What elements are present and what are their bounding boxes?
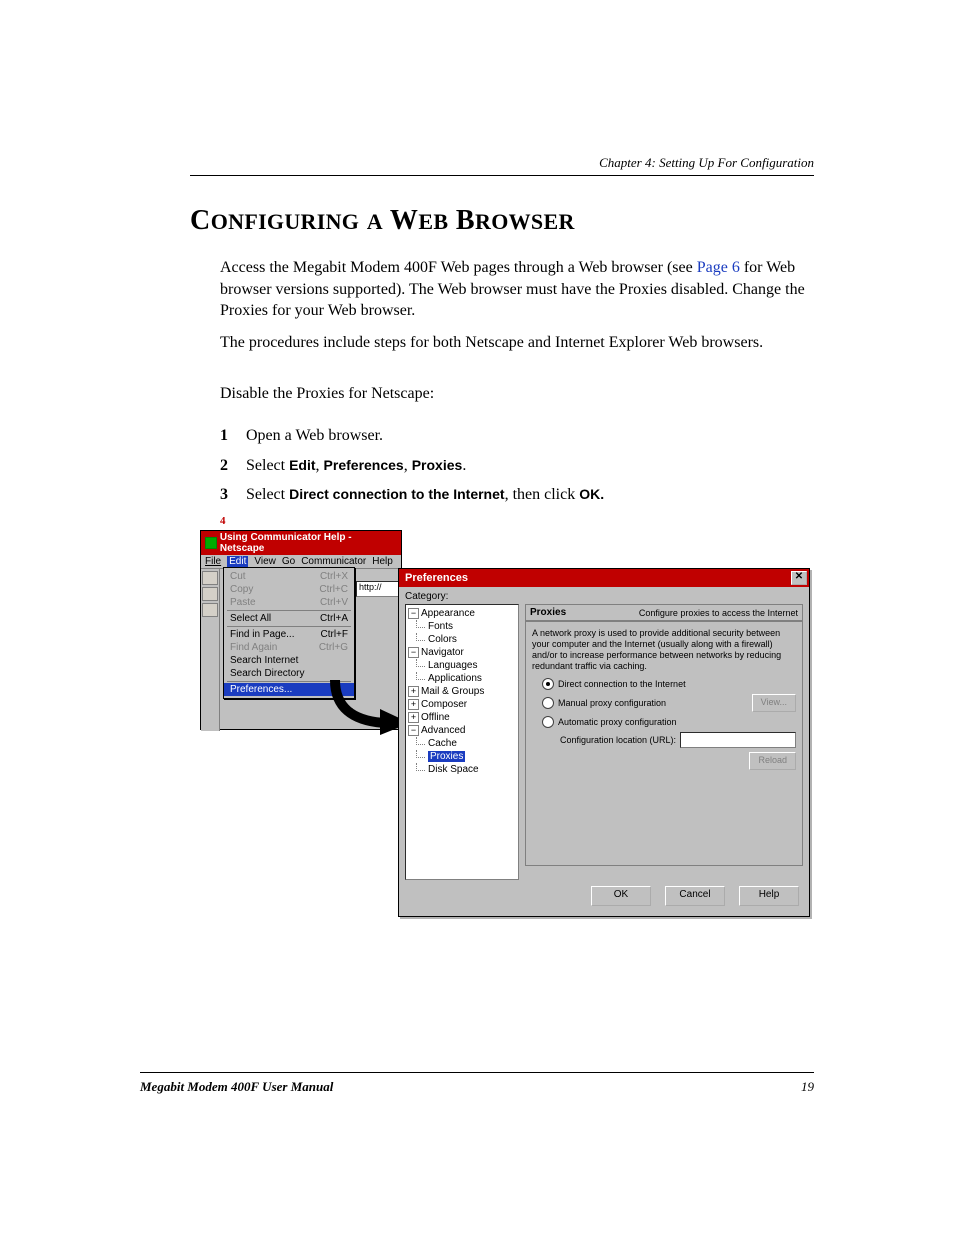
radio-automatic-proxy[interactable]: Automatic proxy configuration: [532, 716, 796, 728]
section-title: CONFIGURING A WEB BROWSER: [190, 205, 814, 237]
netscape-title: Using Communicator Help - Netscape: [220, 532, 397, 554]
proxies-panel: A network proxy is used to provide addit…: [525, 621, 803, 866]
toolbar-button[interactable]: [202, 603, 218, 617]
running-header: Chapter 4: Setting Up For Configuration: [599, 155, 814, 171]
step-3: 3 Select Direct connection to the Intern…: [220, 484, 814, 506]
preferences-titlebar[interactable]: Preferences ✕: [399, 569, 809, 587]
footer-manual-title: Megabit Modem 400F User Manual: [140, 1079, 333, 1095]
config-location-label: Configuration location (URL):: [560, 735, 676, 745]
menu-item-find-again[interactable]: Find AgainCtrl+G: [224, 641, 354, 654]
body-paragraph-3: Disable the Proxies for Netscape:: [220, 383, 814, 405]
menu-item-preferences[interactable]: Preferences...: [224, 683, 354, 696]
edit-menu-dropdown: CutCtrl+X CopyCtrl+C PasteCtrl+V Select …: [223, 567, 355, 699]
config-location-input[interactable]: [680, 732, 796, 748]
panel-header: Proxies Configure proxies to access the …: [525, 604, 803, 621]
step-4: 4: [220, 514, 814, 529]
reload-button[interactable]: Reload: [749, 752, 796, 770]
menu-go[interactable]: Go: [282, 556, 295, 567]
cancel-button[interactable]: Cancel: [665, 886, 725, 906]
netscape-window: Using Communicator Help - Netscape File …: [200, 530, 402, 730]
menu-file[interactable]: File: [205, 556, 221, 567]
menu-item-find-in-page[interactable]: Find in Page...Ctrl+F: [224, 628, 354, 641]
header-rule: [190, 175, 814, 176]
category-label: Category:: [405, 591, 803, 602]
preferences-dialog: Preferences ✕ Category: −Appearance Font…: [398, 568, 810, 917]
help-button[interactable]: Help: [739, 886, 799, 906]
menu-item-copy[interactable]: CopyCtrl+C: [224, 583, 354, 596]
body-paragraph-2: The procedures include steps for both Ne…: [220, 332, 814, 354]
menu-edit[interactable]: Edit: [227, 556, 248, 567]
menu-view[interactable]: View: [254, 556, 276, 567]
radio-manual-proxy[interactable]: Manual proxy configuration View...: [532, 694, 796, 712]
preferences-title: Preferences: [405, 572, 468, 584]
mouse-cursor-icon: [347, 708, 357, 720]
menu-item-select-all[interactable]: Select AllCtrl+A: [224, 612, 354, 625]
menu-item-paste[interactable]: PasteCtrl+V: [224, 596, 354, 609]
panel-description: A network proxy is used to provide addit…: [532, 628, 796, 672]
page-6-link[interactable]: Page 6: [697, 259, 740, 276]
body-paragraph-1: Access the Megabit Modem 400F Web pages …: [220, 257, 814, 322]
tree-item-proxies[interactable]: Proxies: [408, 750, 516, 763]
footer-rule: [140, 1072, 814, 1073]
radio-direct-connection[interactable]: Direct connection to the Internet: [532, 678, 796, 690]
toolbar-button[interactable]: [202, 571, 218, 585]
view-button[interactable]: View...: [752, 694, 796, 712]
step-1: 1 Open a Web browser.: [220, 425, 814, 447]
menu-item-cut[interactable]: CutCtrl+X: [224, 570, 354, 583]
menu-help[interactable]: Help: [372, 556, 393, 567]
toolbar-button[interactable]: [202, 587, 218, 601]
footer-page-number: 19: [801, 1079, 814, 1095]
step-2: 2 Select Edit, Preferences, Proxies.: [220, 455, 814, 477]
menu-item-search-internet[interactable]: Search Internet: [224, 654, 354, 667]
menu-item-search-directory[interactable]: Search Directory: [224, 667, 354, 680]
category-tree[interactable]: −Appearance Fonts Colors −Navigator Lang…: [405, 604, 519, 880]
netscape-vert-toolbar: [201, 569, 220, 731]
netscape-titlebar[interactable]: Using Communicator Help - Netscape: [201, 531, 401, 555]
menu-communicator[interactable]: Communicator: [301, 556, 366, 567]
close-button[interactable]: ✕: [791, 571, 807, 585]
netscape-app-icon: [205, 537, 217, 549]
ok-button[interactable]: OK: [591, 886, 651, 906]
